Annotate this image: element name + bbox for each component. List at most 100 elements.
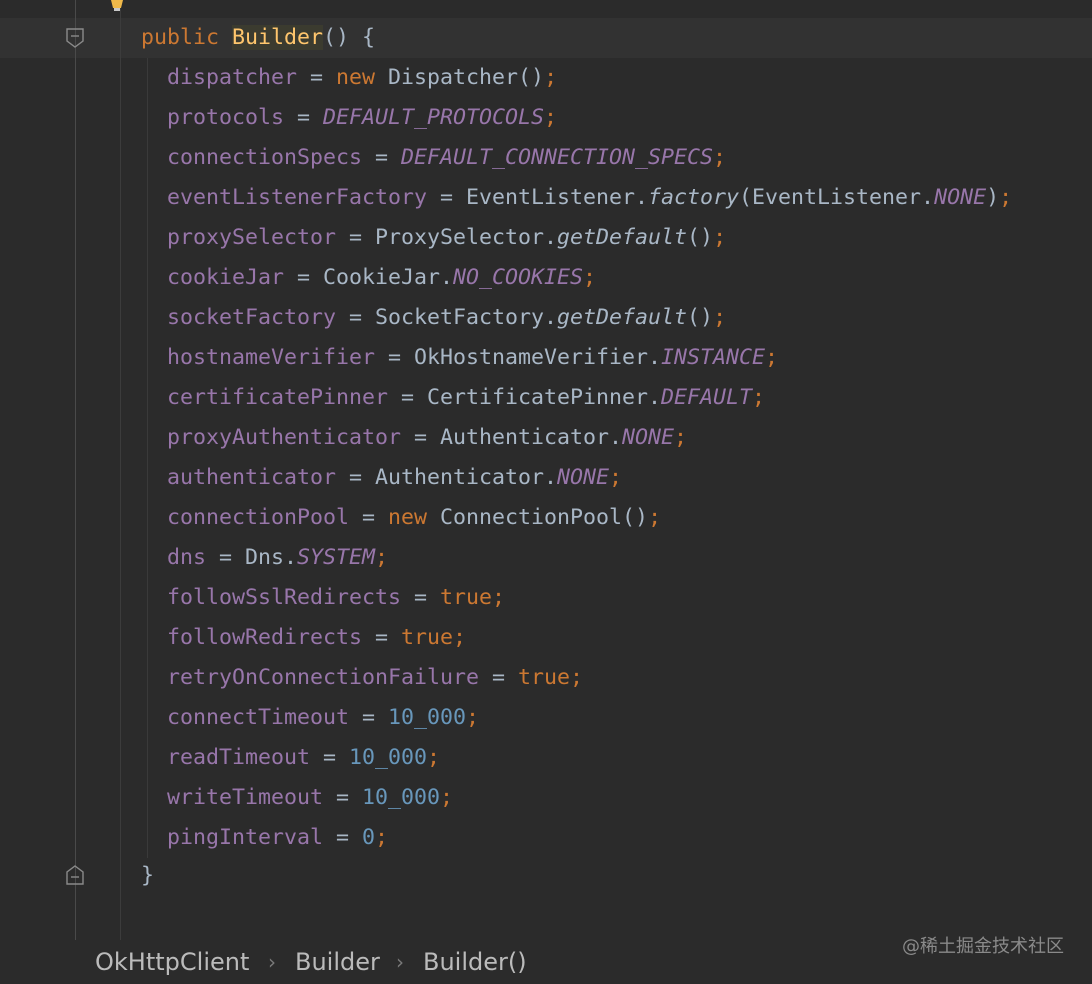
token-text: = — [284, 105, 324, 130]
token-text: = — [349, 705, 389, 730]
token-static-method: getDefault — [557, 305, 688, 330]
code-line[interactable]: cookieJar = CookieJar.NO_COOKIES; — [167, 258, 596, 298]
token-semicolon: ; — [453, 625, 467, 650]
token-text: = Authenticator. — [401, 425, 623, 450]
token-semicolon: ; — [713, 225, 727, 250]
token-keyword: true — [440, 585, 493, 610]
token-static-method: getDefault — [557, 225, 688, 250]
token-semicolon: ; — [765, 345, 779, 370]
token-text: = — [349, 505, 389, 530]
token-text: = — [479, 665, 519, 690]
token-text: = CookieJar. — [284, 265, 454, 290]
code-line[interactable]: dispatcher = new Dispatcher(); — [167, 58, 557, 98]
token-field: followSslRedirects — [167, 585, 402, 610]
token-text: Dispatcher() — [375, 65, 545, 90]
token-semicolon: ; — [713, 145, 727, 170]
token-semicolon: ; — [583, 265, 597, 290]
code-line[interactable]: followSslRedirects = true; — [167, 578, 505, 618]
token-field: socketFactory — [167, 305, 337, 330]
token-field: connectTimeout — [167, 705, 350, 730]
code-line[interactable]: retryOnConnectionFailure = true; — [167, 658, 583, 698]
token-static-field: DEFAULT — [661, 385, 753, 410]
token-field: eventListenerFactory — [167, 185, 428, 210]
token-text: () — [687, 225, 714, 250]
token-static-field: INSTANCE — [661, 345, 766, 370]
token-semicolon: ; — [427, 745, 441, 770]
token-text: = — [323, 825, 363, 850]
token-semicolon: ; — [713, 305, 727, 330]
token-text: = CertificatePinner. — [388, 385, 662, 410]
token-field: hostnameVerifier — [167, 345, 376, 370]
code-line[interactable]: public Builder() { — [141, 18, 375, 58]
code-line[interactable]: writeTimeout = 10_000; — [167, 778, 453, 818]
token-number: 0 — [362, 825, 376, 850]
code-line[interactable]: socketFactory = SocketFactory.getDefault… — [167, 298, 726, 338]
token-field: retryOnConnectionFailure — [167, 665, 480, 690]
breadcrumb-item-inner-class[interactable]: Builder — [295, 946, 380, 978]
token-semicolon: ; — [375, 545, 389, 570]
code-line[interactable]: connectionPool = new ConnectionPool(); — [167, 498, 661, 538]
token-field: readTimeout — [167, 745, 311, 770]
breadcrumb-item-class[interactable]: OkHttpClient — [95, 946, 249, 978]
token-keyword: new — [336, 65, 376, 90]
token-field: authenticator — [167, 465, 337, 490]
token-text: = Dns. — [206, 545, 298, 570]
code-editor[interactable]: public Builder() { dispatcher = new Disp… — [0, 0, 1092, 940]
token-semicolon: ; — [752, 385, 766, 410]
token-static-field: DEFAULT_CONNECTION_SPECS — [401, 145, 714, 170]
token-text: = ProxySelector. — [336, 225, 558, 250]
token-text: = SocketFactory. — [336, 305, 558, 330]
watermark: @稀土掘金技术社区 — [902, 936, 1064, 957]
token-text: () { — [323, 25, 376, 50]
code-line[interactable]: pingInterval = 0; — [167, 818, 388, 858]
code-line[interactable]: protocols = DEFAULT_PROTOCOLS; — [167, 98, 557, 138]
code-line[interactable]: dns = Dns.SYSTEM; — [167, 538, 388, 578]
code-line[interactable]: connectTimeout = 10_000; — [167, 698, 479, 738]
token-static-field: DEFAULT_PROTOCOLS — [323, 105, 545, 130]
token-text: = OkHostnameVerifier. — [375, 345, 662, 370]
code-line[interactable]: hostnameVerifier = OkHostnameVerifier.IN… — [167, 338, 778, 378]
breadcrumb-item-method[interactable]: Builder() — [423, 946, 527, 978]
token-text: = — [362, 145, 402, 170]
token-text: = — [323, 785, 363, 810]
indent-guide — [147, 58, 148, 858]
token-method: Builder — [232, 25, 324, 50]
token-field: connectionPool — [167, 505, 350, 530]
token-field: proxySelector — [167, 225, 337, 250]
code-line[interactable]: followRedirects = true; — [167, 618, 466, 658]
chevron-right-icon: › — [268, 950, 276, 974]
token-semicolon: ; — [492, 585, 506, 610]
code-line[interactable]: certificatePinner = CertificatePinner.DE… — [167, 378, 765, 418]
token-semicolon: ; — [544, 105, 558, 130]
token-text: = — [297, 65, 337, 90]
token-semicolon: ; — [375, 825, 389, 850]
code-line[interactable]: connectionSpecs = DEFAULT_CONNECTION_SPE… — [167, 138, 726, 178]
lightbulb-icon[interactable] — [107, 0, 127, 12]
token-field: cookieJar — [167, 265, 285, 290]
token-keyword: true — [401, 625, 454, 650]
fold-marker-icon[interactable] — [66, 865, 84, 885]
token-keyword: public — [141, 25, 220, 50]
token-number: 10_000 — [362, 785, 441, 810]
code-line[interactable]: } — [141, 856, 154, 896]
token-field: pingInterval — [167, 825, 324, 850]
code-line[interactable]: eventListenerFactory = EventListener.fac… — [167, 178, 1012, 218]
code-line[interactable]: readTimeout = 10_000; — [167, 738, 440, 778]
token-semicolon: ; — [674, 425, 688, 450]
code-line[interactable]: proxySelector = ProxySelector.getDefault… — [167, 218, 726, 258]
token-field: dispatcher — [167, 65, 298, 90]
token-text: (EventListener. — [739, 185, 935, 210]
fold-marker-icon[interactable] — [66, 28, 84, 48]
token-static-field: NO_COOKIES — [453, 265, 584, 290]
token-static-method: factory — [648, 185, 740, 210]
gutter-divider — [75, 0, 76, 940]
code-line[interactable]: authenticator = Authenticator.NONE; — [167, 458, 622, 498]
token-static-field: SYSTEM — [297, 545, 376, 570]
indent-guide — [120, 0, 121, 940]
token-text: = — [362, 625, 402, 650]
token-text: = — [401, 585, 441, 610]
token-field: proxyAuthenticator — [167, 425, 402, 450]
token-text: ) — [986, 185, 1000, 210]
token-keyword: true — [518, 665, 571, 690]
code-line[interactable]: proxyAuthenticator = Authenticator.NONE; — [167, 418, 687, 458]
